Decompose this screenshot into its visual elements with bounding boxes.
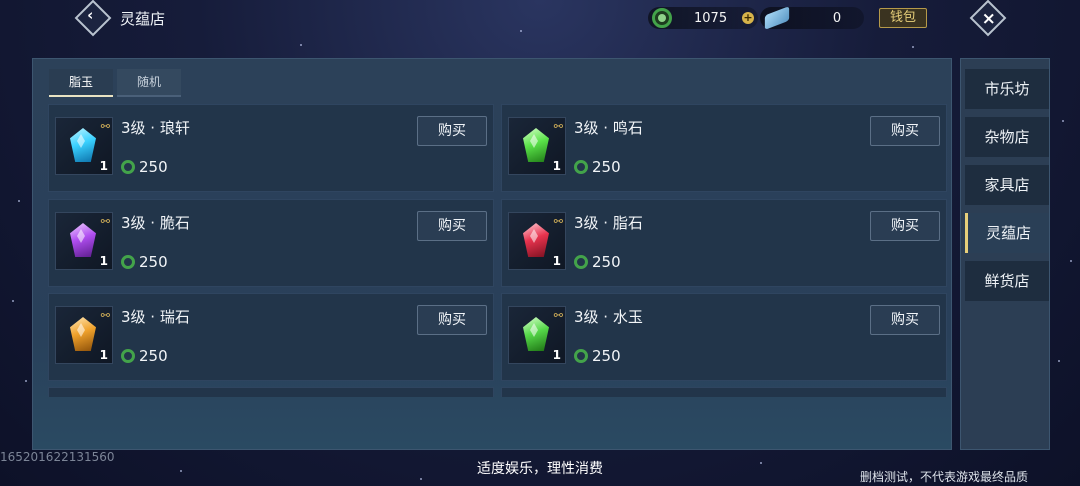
item-name: 3级 · 鸣石 — [574, 119, 643, 137]
item-price: 250 — [121, 253, 168, 271]
crystal-icon — [523, 223, 549, 257]
crystal-icon — [764, 6, 790, 30]
item-price-value: 250 — [592, 158, 621, 176]
item-quantity: 1 — [552, 348, 561, 362]
back-button[interactable]: ‹ — [74, 0, 112, 37]
item-icon[interactable]: ⚯ 1 — [508, 212, 566, 270]
close-button[interactable]: × — [969, 0, 1007, 37]
top-bar: ‹ 灵蕴店 1075 + 0 钱包 × — [0, 0, 1080, 37]
item-price-value: 250 — [139, 158, 168, 176]
shop-sidenav: 市乐坊 杂物店 家具店 灵蕴店 鲜货店 — [960, 58, 1050, 450]
tab-zhiyu[interactable]: 脂玉 — [49, 69, 113, 97]
item-icon[interactable]: ⚯ 1 — [508, 117, 566, 175]
item-quantity: 1 — [99, 254, 108, 268]
shop-item-card: ⚯ 1 3级 · 鸣石 250 购买 — [501, 104, 947, 192]
item-price: 250 — [574, 347, 621, 365]
jade-coin-icon — [574, 160, 588, 174]
crystal-icon — [523, 317, 549, 351]
shop-item-card: ⚯ 1 3级 · 脂石 250 购买 — [501, 199, 947, 287]
wallet-button[interactable]: 钱包 — [879, 8, 927, 28]
chevron-left-icon: ‹ — [87, 6, 94, 25]
buy-button[interactable]: 购买 — [417, 116, 487, 146]
sidenav-item-sundries[interactable]: 杂物店 — [965, 117, 1049, 157]
jade-currency-display: 1075 + — [648, 7, 758, 29]
shop-panel: 脂玉 随机 ⚯ 1 3级 · 琅轩 250 购买 ⚯ 1 3级 · 鸣石 250… — [32, 58, 952, 450]
jade-coin-icon — [652, 8, 672, 28]
crystal-icon — [70, 128, 96, 162]
item-quantity: 1 — [552, 254, 561, 268]
item-icon[interactable]: ⚯ 1 — [55, 212, 113, 270]
jade-coin-icon — [121, 349, 135, 363]
buy-button[interactable]: 购买 — [870, 305, 940, 335]
shop-item-card: ⚯ 1 3级 · 瑞石 250 购买 — [48, 293, 494, 381]
tab-random[interactable]: 随机 — [117, 69, 181, 97]
item-name: 3级 · 脂石 — [574, 214, 643, 232]
link-icon: ⚯ — [100, 120, 110, 133]
crystal-icon — [523, 128, 549, 162]
shop-item-card: ⚯ 1 3级 · 水玉 250 购买 — [501, 293, 947, 381]
item-quantity: 1 — [552, 159, 561, 173]
item-price: 250 — [574, 158, 621, 176]
link-icon: ⚯ — [100, 309, 110, 322]
buy-button[interactable]: 购买 — [870, 211, 940, 241]
item-icon[interactable]: ⚯ 1 — [55, 306, 113, 364]
shop-item-card: ⚯ 1 3级 · 脆石 250 购买 — [48, 199, 494, 287]
shop-item-card-partial — [501, 387, 947, 397]
item-icon[interactable]: ⚯ 1 — [55, 117, 113, 175]
close-icon: × — [981, 8, 996, 29]
buy-button[interactable]: 购买 — [417, 211, 487, 241]
buy-button[interactable]: 购买 — [870, 116, 940, 146]
crystal-icon — [70, 223, 96, 257]
item-price: 250 — [121, 158, 168, 176]
buy-button[interactable]: 购买 — [417, 305, 487, 335]
page-title: 灵蕴店 — [120, 10, 166, 28]
item-name: 3级 · 琅轩 — [121, 119, 190, 137]
jade-coin-icon — [574, 349, 588, 363]
crystal-icon — [70, 317, 96, 351]
jade-coin-icon — [121, 255, 135, 269]
jade-coin-icon — [121, 160, 135, 174]
item-price: 250 — [574, 253, 621, 271]
item-name: 3级 · 脆石 — [121, 214, 190, 232]
crystal-currency-value: 0 — [832, 10, 842, 26]
crystal-currency-display: 0 — [760, 6, 864, 30]
link-icon: ⚯ — [553, 215, 563, 228]
sidenav-item-spirit-shop[interactable]: 灵蕴店 — [965, 213, 1049, 253]
shop-item-card: ⚯ 1 3级 · 琅轩 250 购买 — [48, 104, 494, 192]
test-notice: 删档测试，不代表游戏最终品质 — [859, 470, 1028, 484]
item-name: 3级 · 水玉 — [574, 308, 643, 326]
add-currency-icon[interactable]: + — [742, 12, 754, 24]
item-quantity: 1 — [99, 348, 108, 362]
jade-currency-value: 1075 — [694, 10, 728, 26]
link-icon: ⚯ — [553, 309, 563, 322]
item-price-value: 250 — [139, 347, 168, 365]
sidenav-item-market[interactable]: 市乐坊 — [965, 69, 1049, 109]
item-price-value: 250 — [139, 253, 168, 271]
item-quantity: 1 — [99, 159, 108, 173]
item-price: 250 — [121, 347, 168, 365]
item-icon[interactable]: ⚯ 1 — [508, 306, 566, 364]
shop-item-card-partial — [48, 387, 494, 397]
item-price-value: 250 — [592, 253, 621, 271]
item-price-value: 250 — [592, 347, 621, 365]
link-icon: ⚯ — [553, 120, 563, 133]
jade-coin-icon — [574, 255, 588, 269]
link-icon: ⚯ — [100, 215, 110, 228]
sidenav-item-furniture[interactable]: 家具店 — [965, 165, 1049, 205]
tab-bar: 脂玉 随机 — [49, 69, 181, 97]
sidenav-item-fresh-goods[interactable]: 鲜货店 — [965, 261, 1049, 301]
item-name: 3级 · 瑞石 — [121, 308, 190, 326]
